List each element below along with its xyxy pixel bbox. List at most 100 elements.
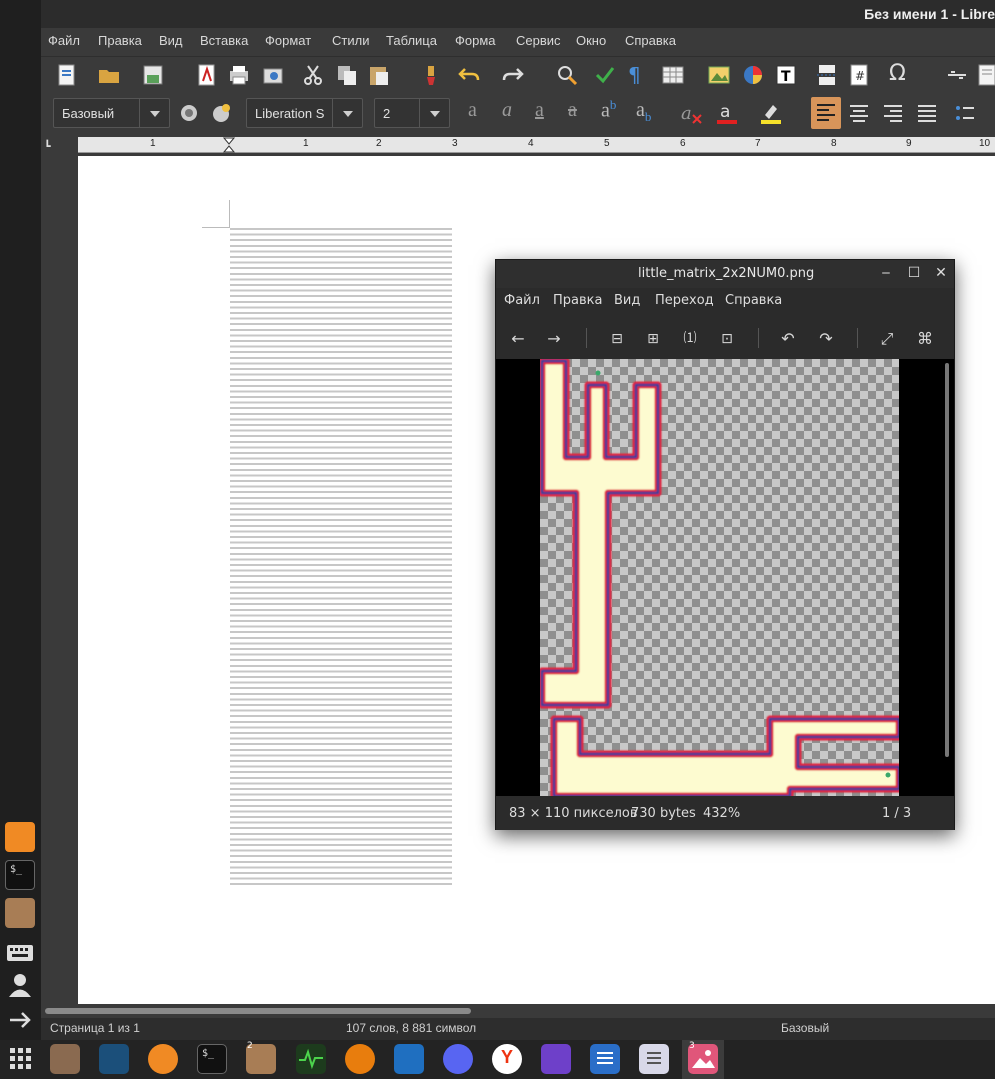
folder-taskbar-icon[interactable]: 2 bbox=[246, 1041, 276, 1074]
clone-formatting-icon[interactable] bbox=[423, 63, 447, 87]
align-right-icon[interactable] bbox=[881, 101, 905, 125]
bold-icon[interactable]: a bbox=[468, 99, 477, 122]
maximize-icon[interactable]: ☐ bbox=[906, 265, 922, 281]
align-left-button[interactable] bbox=[811, 97, 841, 129]
system-monitor-icon[interactable] bbox=[296, 1044, 326, 1074]
firefox-taskbar-icon[interactable] bbox=[148, 1044, 178, 1074]
special-character-icon[interactable]: Ω bbox=[889, 61, 906, 86]
keyboard-icon[interactable] bbox=[5, 937, 35, 967]
github-desktop-icon[interactable] bbox=[541, 1044, 571, 1074]
steam-icon[interactable] bbox=[99, 1044, 129, 1074]
subscript-icon[interactable]: ab bbox=[636, 99, 651, 125]
insert-chart-icon[interactable] bbox=[741, 63, 765, 87]
copy-icon[interactable] bbox=[335, 63, 359, 87]
word-count[interactable]: 107 слов, 8 881 символ bbox=[346, 1021, 476, 1035]
menu-view[interactable]: Вид bbox=[159, 33, 183, 48]
zoom-actual-size-icon[interactable]: ⑴ bbox=[679, 328, 701, 350]
new-style-icon[interactable] bbox=[209, 101, 233, 125]
insert-textbox-icon[interactable]: T bbox=[774, 63, 798, 87]
terminal-icon[interactable]: $_ bbox=[5, 860, 35, 890]
insert-image-icon[interactable] bbox=[707, 63, 731, 87]
menu-file[interactable]: Файл bbox=[48, 33, 80, 48]
menu-form[interactable]: Форма bbox=[455, 33, 496, 48]
blender-icon[interactable] bbox=[345, 1044, 375, 1074]
cut-icon[interactable] bbox=[301, 63, 325, 87]
zoom-out-icon[interactable]: ⊟ bbox=[606, 328, 628, 350]
update-style-icon[interactable] bbox=[177, 101, 201, 125]
indent-marker-icon[interactable] bbox=[223, 137, 235, 153]
font-color-icon[interactable]: a bbox=[715, 101, 739, 125]
page-break-icon[interactable] bbox=[815, 63, 839, 87]
insert-table-icon[interactable] bbox=[661, 63, 685, 87]
logout-arrow-icon[interactable] bbox=[5, 1005, 35, 1035]
discord-icon[interactable] bbox=[443, 1044, 473, 1074]
paste-icon[interactable] bbox=[367, 63, 391, 87]
underline-icon[interactable]: a bbox=[535, 99, 544, 122]
app-grid-icon[interactable] bbox=[9, 1047, 33, 1071]
chevron-down-icon[interactable] bbox=[139, 99, 169, 127]
italic-icon[interactable]: a bbox=[502, 99, 512, 122]
minimize-icon[interactable]: ‒ bbox=[878, 265, 894, 281]
rotate-left-icon[interactable]: ↶ bbox=[777, 328, 799, 350]
menu-format[interactable]: Формат bbox=[265, 33, 311, 48]
scrollbar-thumb[interactable] bbox=[45, 1008, 471, 1014]
viewer-menu-view[interactable]: Вид bbox=[614, 293, 640, 308]
viewer-menu-edit[interactable]: Правка bbox=[553, 293, 602, 308]
writer-document-icon[interactable] bbox=[590, 1044, 620, 1074]
horizontal-ruler[interactable]: 1 1 2 3 4 5 6 7 8 9 10 bbox=[78, 137, 995, 153]
menu-tools[interactable]: Сервис bbox=[516, 33, 561, 48]
terminal-taskbar-icon[interactable]: $_ bbox=[197, 1044, 227, 1074]
image-viewer-taskbar-icon[interactable]: 3 bbox=[688, 1041, 718, 1074]
yandex-browser-icon[interactable]: Y bbox=[492, 1044, 522, 1074]
menu-insert[interactable]: Вставка bbox=[200, 33, 248, 48]
open-folder-icon[interactable] bbox=[97, 63, 121, 87]
page-count[interactable]: Страница 1 из 1 bbox=[50, 1021, 140, 1035]
align-center-icon[interactable] bbox=[847, 101, 871, 125]
viewer-menu-help[interactable]: Справка bbox=[725, 293, 782, 308]
viewer-menu-go[interactable]: Переход bbox=[655, 293, 714, 308]
bullet-list-icon[interactable] bbox=[953, 101, 977, 125]
paragraph-style-combo[interactable]: Базовый bbox=[53, 98, 170, 128]
fullscreen-icon[interactable]: ⤢ bbox=[876, 328, 898, 350]
menu-window[interactable]: Окно bbox=[576, 33, 606, 48]
slideshow-icon[interactable]: ⌘ bbox=[914, 328, 936, 350]
insert-field-icon[interactable]: # bbox=[847, 63, 871, 87]
highlight-color-icon[interactable] bbox=[759, 101, 783, 125]
firefox-icon[interactable] bbox=[5, 822, 35, 852]
font-size-combo[interactable]: 2 bbox=[374, 98, 450, 128]
font-name-combo[interactable]: Liberation S bbox=[246, 98, 363, 128]
formatting-marks-icon[interactable]: ¶ bbox=[628, 63, 641, 87]
user-icon[interactable] bbox=[5, 970, 35, 1000]
files-taskbar-icon[interactable] bbox=[50, 1044, 80, 1074]
chevron-down-icon[interactable] bbox=[332, 99, 362, 127]
folder-icon[interactable] bbox=[5, 898, 35, 928]
spelling-icon[interactable] bbox=[593, 63, 617, 87]
viewer-titlebar[interactable]: little_matrix_2x2NUM0.png ‒ ☐ ✕ bbox=[496, 260, 954, 288]
image-canvas[interactable] bbox=[496, 357, 954, 800]
arrow-right-icon[interactable]: → bbox=[543, 328, 565, 350]
undo-icon[interactable] bbox=[457, 63, 481, 87]
zoom-in-icon[interactable]: ⊞ bbox=[642, 328, 664, 350]
print-preview-icon[interactable] bbox=[261, 63, 285, 87]
superscript-icon[interactable]: ab bbox=[601, 97, 616, 123]
insert-footnote-icon[interactable] bbox=[975, 63, 995, 87]
menu-styles[interactable]: Стили bbox=[332, 33, 369, 48]
document-body-text[interactable] bbox=[230, 228, 452, 886]
libreoffice-writer-icon[interactable] bbox=[639, 1044, 669, 1074]
tab-stop-selector[interactable]: ┗ bbox=[44, 140, 56, 153]
menu-table[interactable]: Таблица bbox=[386, 33, 437, 48]
print-icon[interactable] bbox=[227, 63, 251, 87]
save-icon[interactable] bbox=[141, 63, 165, 87]
new-document-icon[interactable] bbox=[55, 63, 79, 87]
viewer-menu-file[interactable]: Файл bbox=[504, 293, 540, 308]
hyperlink-icon[interactable] bbox=[945, 63, 969, 87]
close-icon[interactable]: ✕ bbox=[933, 265, 949, 281]
redo-icon[interactable] bbox=[501, 63, 525, 87]
arrow-left-icon[interactable]: ← bbox=[507, 328, 529, 350]
strikethrough-icon[interactable]: a bbox=[568, 99, 577, 122]
rotate-right-icon[interactable]: ↷ bbox=[815, 328, 837, 350]
justify-icon[interactable] bbox=[915, 101, 939, 125]
clear-formatting-icon[interactable]: a bbox=[679, 101, 703, 125]
menu-help[interactable]: Справка bbox=[625, 33, 676, 48]
chevron-down-icon[interactable] bbox=[419, 99, 449, 127]
